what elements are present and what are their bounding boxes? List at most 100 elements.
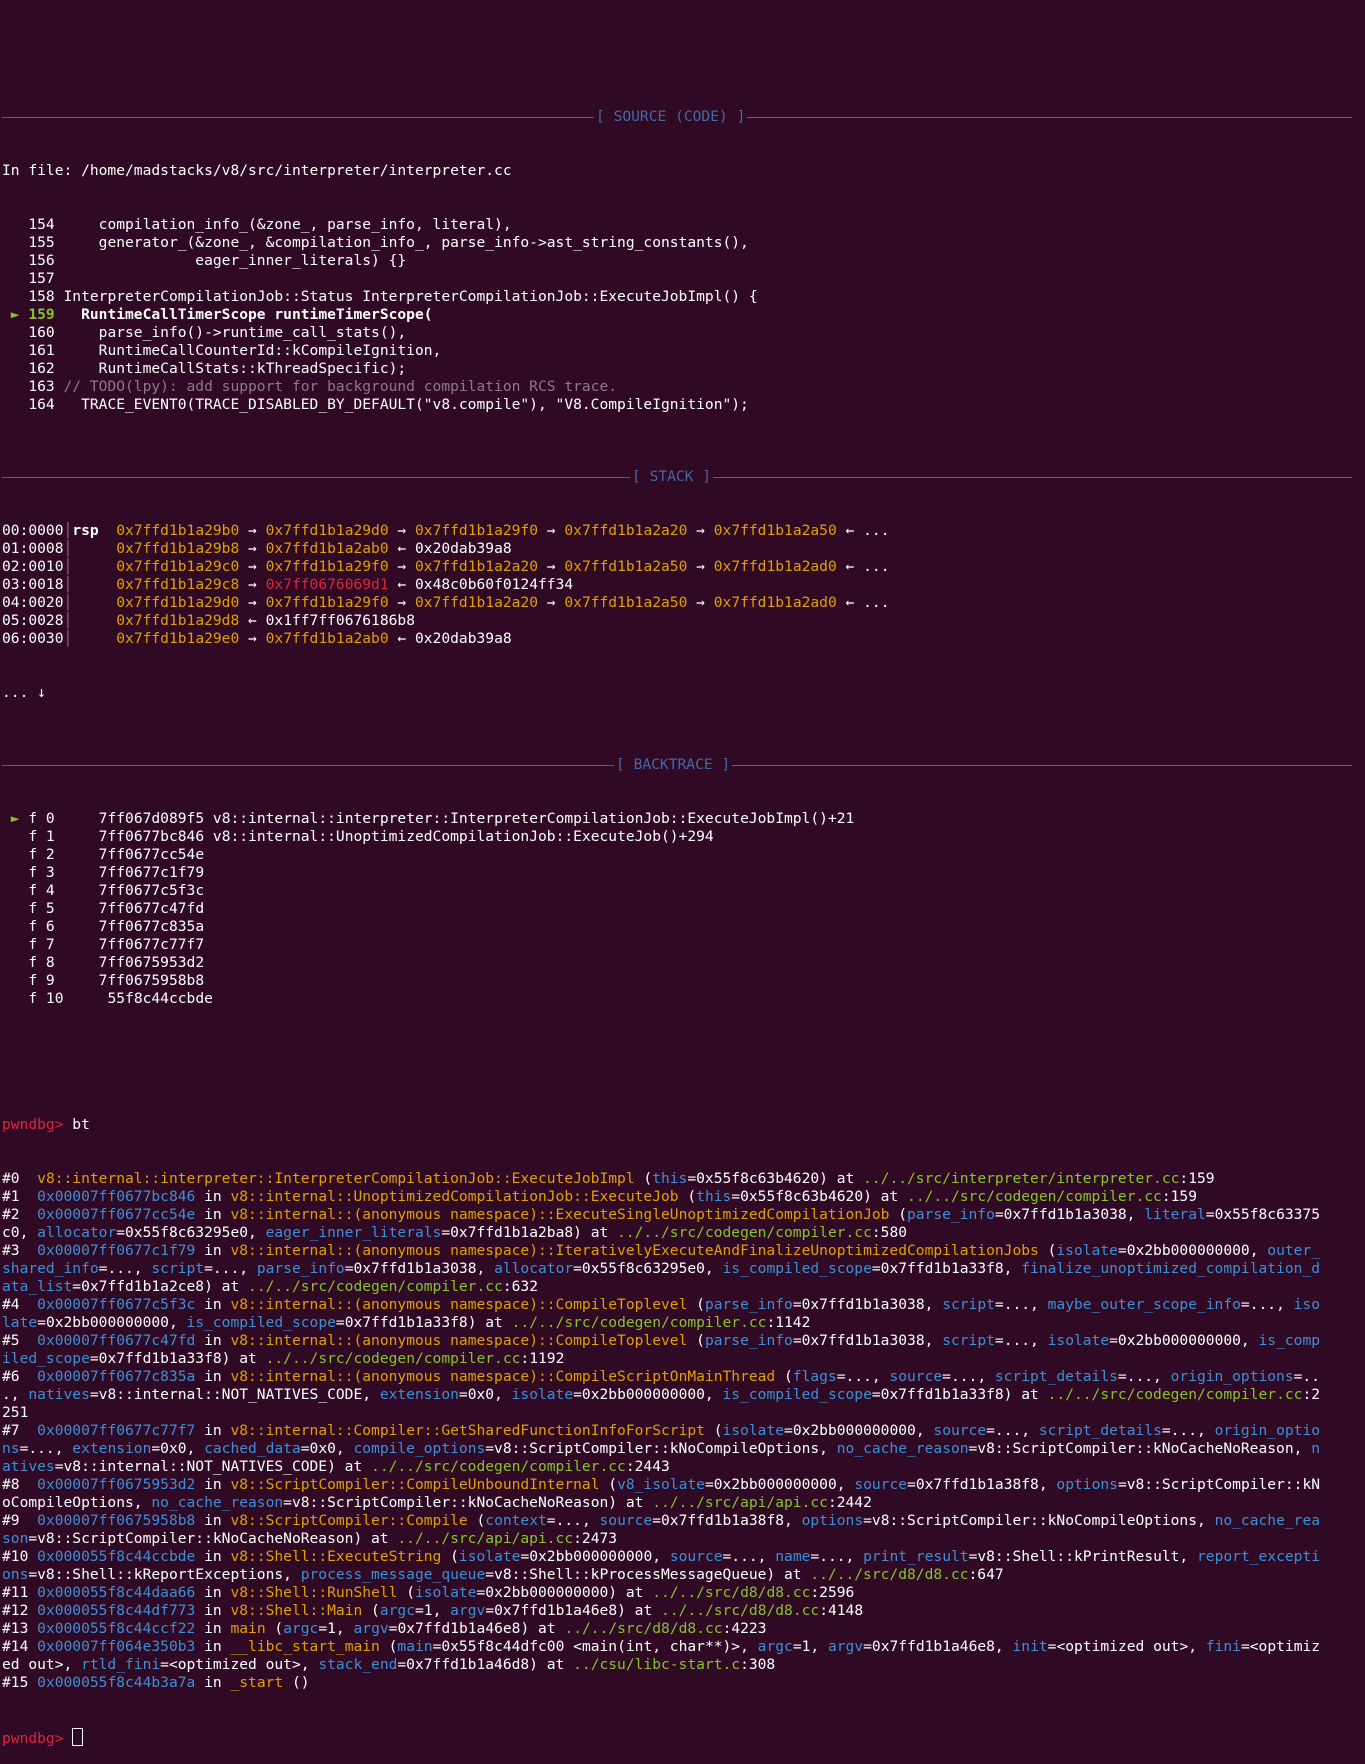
- bt-segment: v8::internal::(anonymous namespace)::Com…: [230, 1332, 688, 1349]
- stack-value: 0x48c0b60f0124ff34: [415, 576, 574, 593]
- bt-segment: #13: [2, 1620, 38, 1637]
- bt-segment: #0: [2, 1170, 38, 1187]
- frame-label: f 8: [28, 954, 64, 971]
- stack-address: 0x7ffd1b1a29d8: [116, 612, 240, 629]
- arrow-right-icon: →: [239, 594, 266, 611]
- bt-segment: argv: [353, 1620, 389, 1637]
- stack-offset: 01:0008: [2, 540, 64, 557]
- bt-segment: is_compiled_scope: [722, 1386, 872, 1403]
- bt-segment: v8::internal::(anonymous namespace)::Com…: [230, 1296, 688, 1313]
- frame-address: 7ff0677bc846: [98, 828, 205, 845]
- bt-segment: :159: [1179, 1170, 1215, 1187]
- bt-segment: ../../src/codegen/compiler.cc: [248, 1278, 503, 1295]
- bt-segment: ../../src/codegen/compiler.cc: [265, 1350, 521, 1367]
- frame-label: f 1: [28, 828, 64, 845]
- stack-address: 0x7ffd1b1a29f0: [265, 558, 389, 575]
- source-separator-label: [ SOURCE (CODE) ]: [594, 108, 748, 126]
- current-frame-marker: [2, 972, 28, 989]
- bt-segment: script: [151, 1260, 205, 1277]
- bt-segment: context: [485, 1512, 547, 1529]
- bt-segment: isolate: [458, 1548, 521, 1565]
- bt-segment: v8::internal::(anonymous namespace)::Exe…: [230, 1206, 890, 1223]
- frame-label: f 6: [28, 918, 64, 935]
- bt-segment: =0x55f8c63b4620) at: [731, 1188, 908, 1205]
- bt-segment: :580: [871, 1224, 908, 1241]
- bt-segment: parse_info: [704, 1296, 793, 1313]
- stack-address: 0x7ffd1b1a29f0: [415, 522, 539, 539]
- bt-segment: parse_info: [704, 1332, 793, 1349]
- frame-label: f 10: [28, 990, 64, 1007]
- bt-line: oCompileOptions, no_cache_reason=v8::Scr…: [2, 1494, 1365, 1512]
- bt-segment: (: [1038, 1242, 1057, 1259]
- bt-segment: rtld_fini: [81, 1656, 161, 1673]
- bt-segment: in: [195, 1674, 231, 1691]
- prompt: pwndbg>: [2, 1730, 64, 1746]
- bt-segment: ed out>,: [2, 1656, 82, 1673]
- bt-segment: v8::ScriptCompiler::Compile: [230, 1512, 468, 1529]
- bt-segment: name: [775, 1548, 811, 1565]
- bt-segment: n: [1311, 1440, 1320, 1457]
- stack-value: 0x20dab39a8: [415, 540, 512, 557]
- bt-line: #7 0x00007ff0677c77f7 in v8::internal::C…: [2, 1422, 1365, 1440]
- text-cursor[interactable]: [72, 1728, 84, 1746]
- stack-row: 04:0020│ 0x7ffd1b1a29d0 → 0x7ffd1b1a29f0…: [2, 594, 1365, 612]
- bt-segment: #1: [2, 1188, 38, 1205]
- bt-segment: :159: [1161, 1188, 1198, 1205]
- prompt-line[interactable]: pwndbg>: [2, 1728, 1365, 1746]
- bt-segment: oCompileOptions,: [2, 1494, 152, 1511]
- stack-divider: │: [63, 576, 73, 593]
- bt-segment: =v8::ScriptCompiler::kN: [1117, 1476, 1321, 1493]
- bt-segment: :4148: [819, 1602, 864, 1619]
- bt-segment: ../../src/d8/d8.cc: [652, 1584, 811, 1601]
- bt-segment: script_details: [1038, 1422, 1162, 1439]
- current-frame-marker: [2, 918, 28, 935]
- bt-line: #12 0x000055f8c44df773 in v8::Shell::Mai…: [2, 1602, 1365, 1620]
- stack-offset: 02:0010: [2, 558, 64, 575]
- stack-address: 0x7ffd1b1a2a50: [564, 558, 688, 575]
- stack-divider: │: [63, 540, 73, 557]
- bt-segment: =0x7ffd1b1a46e8,: [863, 1638, 1013, 1655]
- command-text: bt: [63, 1116, 90, 1133]
- current-frame-marker: [2, 828, 28, 845]
- bt-segment: =0x2bb000000000,: [1109, 1332, 1259, 1349]
- bt-segment: #9: [2, 1512, 38, 1529]
- bt-segment: :647: [968, 1566, 1004, 1583]
- stack-separator-label: [ STACK ]: [630, 468, 714, 486]
- bt-segment: #7: [2, 1422, 38, 1439]
- current-frame-marker: ►: [2, 810, 29, 827]
- source-line-code: RuntimeCallStats::kThreadSpecific);: [63, 360, 407, 377]
- bt-segment: =0x7ffd1b1a33f8) at: [89, 1350, 266, 1367]
- current-frame-marker: [2, 882, 28, 899]
- current-frame-marker: [2, 846, 28, 863]
- bt-segment: in: [195, 1296, 231, 1313]
- bt-segment: ons: [2, 1566, 29, 1583]
- bt-segment: :4223: [722, 1620, 767, 1637]
- bt-segment: source: [854, 1476, 908, 1493]
- bt-segment: 0x000055f8c44ccbde: [37, 1548, 196, 1565]
- bt-segment: argc: [283, 1620, 319, 1637]
- bt-segment: :2: [1302, 1386, 1321, 1403]
- source-line-code: // TODO(lpy): add support for background…: [63, 378, 618, 395]
- stack-row: 05:0028│ 0x7ffd1b1a29d8 ← 0x1ff7ff067618…: [2, 612, 1365, 630]
- bt-line: #8 0x00007ff0675953d2 in v8::ScriptCompi…: [2, 1476, 1365, 1494]
- bt-segment: =0x7ffd1b1a3038,: [994, 1206, 1145, 1223]
- bt-segment: (: [467, 1512, 486, 1529]
- source-line-code: generator_(&zone_, &compilation_info_, p…: [63, 234, 749, 251]
- terminal-window: [ SOURCE (CODE) ] In file: /home/madstac…: [0, 72, 1365, 1746]
- arrow-left-icon: ←: [388, 540, 415, 557]
- bt-segment: v8::Shell::ExecuteString: [230, 1548, 442, 1565]
- stack-address: 0x7ffd1b1a29b0: [116, 522, 240, 539]
- bt-segment: c0,: [2, 1224, 38, 1241]
- stack-address: 0x7ffd1b1a29c0: [116, 558, 240, 575]
- bt-segment: v8::internal::interpreter::InterpreterCo…: [37, 1170, 635, 1187]
- bt-segment: parse_info: [907, 1206, 995, 1223]
- bt-segment: =v8::Shell::kProcessMessageQueue) at: [485, 1566, 811, 1583]
- stack-offset: 06:0030: [2, 630, 64, 647]
- frame-label: f 9: [28, 972, 64, 989]
- bt-segment: this: [696, 1188, 732, 1205]
